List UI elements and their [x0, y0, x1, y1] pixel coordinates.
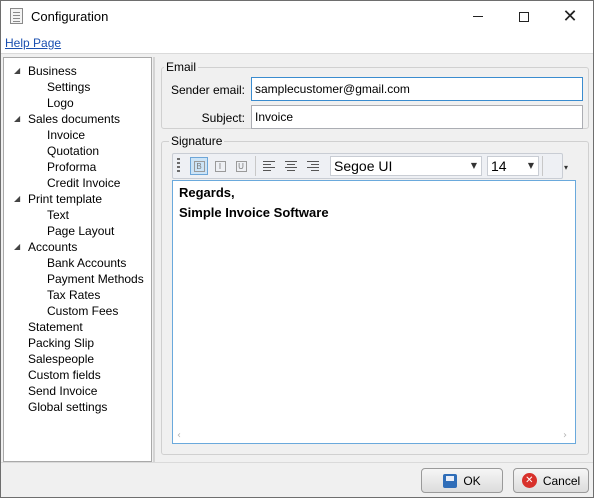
- scroll-left-icon[interactable]: ‹: [177, 428, 181, 443]
- tree-item-send-invoice[interactable]: Send Invoice: [28, 383, 97, 399]
- signature-editor[interactable]: Regards, Simple Invoice Software: [172, 180, 576, 444]
- maximize-button[interactable]: [501, 1, 547, 32]
- toolbar-overflow-icon[interactable]: ▾: [564, 164, 568, 172]
- ok-button-label: OK: [463, 473, 481, 488]
- align-center-button[interactable]: [282, 157, 300, 175]
- align-right-icon: [307, 161, 319, 171]
- tree-item-text[interactable]: Text: [47, 207, 69, 223]
- chevron-down-icon: ▼: [527, 161, 534, 170]
- save-icon: [443, 473, 458, 488]
- subject-label: Subject:: [201, 111, 245, 125]
- button-bar-divider: [1, 462, 593, 463]
- tree-item-business[interactable]: Business: [28, 63, 77, 79]
- tree-item-sales-documents[interactable]: Sales documents: [28, 111, 120, 127]
- tree-item-global-settings[interactable]: Global settings: [28, 399, 107, 415]
- tree-item-packing-slip[interactable]: Packing Slip: [28, 335, 94, 351]
- scroll-right-icon[interactable]: ›: [563, 428, 567, 443]
- ok-button[interactable]: OK: [421, 468, 503, 493]
- cancel-icon: ✕: [521, 473, 537, 488]
- tree-item-proforma[interactable]: Proforma: [47, 159, 96, 175]
- bold-icon: B: [193, 160, 205, 172]
- email-group-label: Email: [164, 60, 199, 74]
- sender-email-label: Sender email:: [170, 83, 245, 97]
- tree-item-custom-fields[interactable]: Custom fields: [28, 367, 101, 383]
- align-left-icon: [263, 161, 275, 171]
- tree-item-print-template[interactable]: Print template: [28, 191, 102, 207]
- tree-item-tax-rates[interactable]: Tax Rates: [47, 287, 100, 303]
- cancel-button[interactable]: ✕ Cancel: [513, 468, 589, 493]
- font-family-select[interactable]: Segoe UI ▼: [330, 156, 482, 176]
- bold-button[interactable]: B: [190, 157, 208, 175]
- expand-arrow-icon[interactable]: ◢: [14, 63, 20, 79]
- chevron-down-icon: ▼: [470, 161, 477, 170]
- help-bar: Help Page: [1, 32, 593, 54]
- tree-item-statement[interactable]: Statement: [28, 319, 83, 335]
- tree-item-quotation[interactable]: Quotation: [47, 143, 99, 159]
- tree-item-bank-accounts[interactable]: Bank Accounts: [47, 255, 126, 271]
- tree-item-custom-fees[interactable]: Custom Fees: [47, 303, 118, 319]
- tree-item-logo[interactable]: Logo: [47, 95, 74, 111]
- maximize-icon: [519, 11, 529, 22]
- tree-item-invoice[interactable]: Invoice: [47, 127, 85, 143]
- underline-button[interactable]: U: [232, 157, 250, 175]
- document-icon: [10, 8, 23, 24]
- help-page-link[interactable]: Help Page: [5, 36, 61, 50]
- window-title: Configuration: [31, 9, 109, 24]
- signature-line-1: Regards,: [179, 185, 235, 200]
- italic-icon: I: [214, 160, 226, 172]
- tree-item-salespeople[interactable]: Salespeople: [28, 351, 94, 367]
- font-size-select[interactable]: 14 ▼: [487, 156, 539, 176]
- sender-email-field[interactable]: samplecustomer@gmail.com: [251, 77, 583, 101]
- subject-field[interactable]: Invoice: [251, 105, 583, 129]
- close-button[interactable]: ✕: [547, 1, 593, 32]
- cancel-button-label: Cancel: [542, 473, 581, 488]
- tree-item-settings[interactable]: Settings: [47, 79, 90, 95]
- expand-arrow-icon[interactable]: ◢: [14, 239, 20, 255]
- minimize-button[interactable]: [455, 1, 501, 32]
- toolbar-grip-icon[interactable]: [177, 158, 180, 174]
- tree-item-accounts[interactable]: Accounts: [28, 239, 77, 255]
- align-right-button[interactable]: [304, 157, 322, 175]
- font-family-value: Segoe UI: [334, 158, 393, 174]
- tree-item-page-layout[interactable]: Page Layout: [47, 223, 114, 239]
- editor-horizontal-scrollbar[interactable]: ‹ ›: [173, 428, 575, 443]
- signature-group-label: Signature: [169, 134, 225, 148]
- align-left-button[interactable]: [260, 157, 278, 175]
- toolbar-separator: [255, 156, 256, 176]
- underline-icon: U: [235, 160, 247, 172]
- expand-arrow-icon[interactable]: ◢: [14, 191, 20, 207]
- panel-splitter[interactable]: [153, 57, 155, 462]
- signature-line-2: Simple Invoice Software: [179, 205, 329, 220]
- close-icon: ✕: [562, 5, 578, 27]
- expand-arrow-icon[interactable]: ◢: [14, 111, 20, 127]
- settings-tree[interactable]: ◢ Business Settings Logo ◢ Sales documen…: [3, 57, 152, 462]
- title-bar: Configuration ✕: [1, 1, 593, 32]
- minimize-icon: [473, 16, 483, 17]
- toolbar-separator: [542, 156, 543, 176]
- align-center-icon: [285, 161, 297, 171]
- configuration-window: Configuration ✕ Help Page ◢ Business Set…: [0, 0, 594, 498]
- italic-button[interactable]: I: [211, 157, 229, 175]
- font-size-value: 14: [491, 158, 507, 174]
- tree-item-credit-invoice[interactable]: Credit Invoice: [47, 175, 120, 191]
- tree-item-payment-methods[interactable]: Payment Methods: [47, 271, 144, 287]
